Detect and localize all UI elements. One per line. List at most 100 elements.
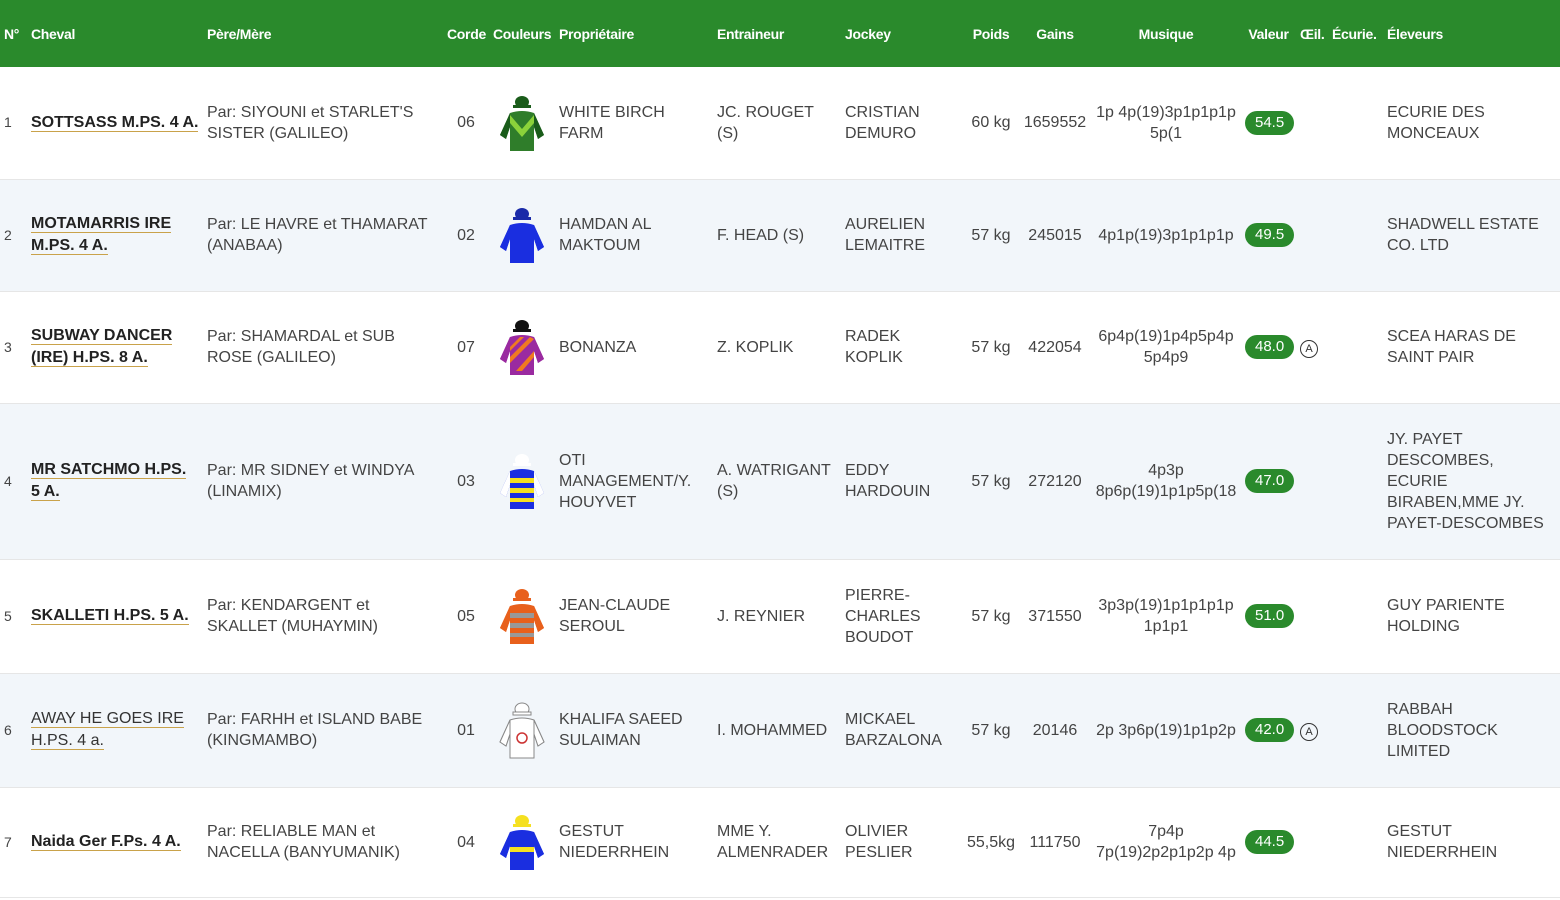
value-badge: 54.5	[1245, 110, 1295, 135]
col-header-cheval[interactable]: Cheval	[27, 0, 203, 67]
horse-name-link[interactable]: SUBWAY DANCER (IRE) H.PS. 8 A.	[31, 327, 173, 367]
pedigree: Par: SIYOUNI et STARLET'S SISTER (GALILE…	[207, 103, 414, 142]
form-music: 7p4p 7p(19)2p2p1p2p 4p	[1096, 823, 1236, 861]
horse-name-link[interactable]: SKALLETI H.PS. 5 A.	[31, 607, 189, 625]
trainer: F. HEAD (S)	[717, 226, 805, 244]
horse-name-link[interactable]: SOTTSASS M.PS. 4 A.	[31, 113, 199, 132]
table-row[interactable]: 3 SUBWAY DANCER (IRE) H.PS. 8 A. Par: SH…	[0, 291, 1560, 403]
table-row[interactable]: 2 MOTAMARRIS IRE M.PS. 4 A. Par: LE HAVR…	[0, 179, 1560, 291]
col-header-poids[interactable]: Poids	[963, 0, 1019, 67]
value-badge: 44.5	[1245, 830, 1295, 854]
table-row[interactable]: 5 SKALLETI H.PS. 5 A. Par: KENDARGENT et…	[0, 559, 1560, 673]
jockey-silks-icon	[493, 586, 551, 646]
silks-cell	[489, 403, 555, 559]
oeil-indicator-icon: A	[1300, 722, 1318, 741]
corde: 07	[457, 338, 475, 356]
corde: 02	[457, 226, 475, 244]
earnings: 422054	[1028, 338, 1082, 356]
table-header-row: N° Cheval Père/Mère Corde Couleurs Propr…	[0, 0, 1560, 67]
col-header-proprietaire[interactable]: Propriétaire	[555, 0, 713, 67]
runners-table: N° Cheval Père/Mère Corde Couleurs Propr…	[0, 0, 1560, 898]
value-cell: 48.0	[1241, 291, 1296, 403]
ecurie-cell	[1328, 673, 1383, 787]
horse-cell: AWAY HE GOES IRE H.PS. 4 a.	[27, 673, 203, 787]
jockey-silks-icon	[493, 700, 551, 760]
col-header-eleveurs[interactable]: Éleveurs	[1383, 0, 1560, 67]
value-badge: 42.0	[1245, 718, 1295, 742]
corde: 05	[457, 607, 475, 625]
jockey-silks-icon	[493, 812, 551, 872]
breeders: SHADWELL ESTATE CO. LTD	[1387, 216, 1539, 254]
horse-cell: SKALLETI H.PS. 5 A.	[27, 559, 203, 673]
value-badge: 48.0	[1245, 335, 1295, 359]
col-header-entraineur[interactable]: Entraineur	[713, 0, 841, 67]
col-header-couleurs[interactable]: Couleurs	[489, 0, 555, 67]
owner: GESTUT NIEDERRHEIN	[559, 823, 670, 861]
jockey-silks-icon	[493, 205, 551, 265]
breeders: SCEA HARAS DE SAINT PAIR	[1387, 328, 1516, 366]
value-badge: 47.0	[1245, 469, 1295, 493]
value-cell: 42.0	[1241, 673, 1296, 787]
trainer: I. MOHAMMED	[717, 721, 828, 739]
runner-number: 2	[4, 226, 12, 243]
table-row[interactable]: 1 SOTTSASS M.PS. 4 A. Par: SIYOUNI et ST…	[0, 67, 1560, 179]
corde: 06	[457, 114, 475, 132]
value-cell: 47.0	[1241, 403, 1296, 559]
jockey-silks-icon	[493, 451, 551, 511]
col-header-no[interactable]: N°	[0, 0, 27, 67]
col-header-pere-mere[interactable]: Père/Mère	[203, 0, 443, 67]
col-header-oeil[interactable]: Œil.	[1296, 0, 1328, 67]
corde: 03	[457, 472, 475, 490]
horse-name-link[interactable]: Naida Ger F.Ps. 4 A.	[31, 833, 181, 851]
oeil-indicator-icon: A	[1300, 339, 1318, 358]
col-header-ecurie[interactable]: Écurie.	[1328, 0, 1383, 67]
oeil-cell	[1296, 403, 1328, 559]
ecurie-cell	[1328, 559, 1383, 673]
jockey: OLIVIER PESLIER	[845, 823, 913, 861]
breeders: ECURIE DES MONCEAUX	[1387, 103, 1485, 142]
horse-cell: MR SATCHMO H.PS. 5 A.	[27, 403, 203, 559]
col-header-gains[interactable]: Gains	[1019, 0, 1091, 67]
oeil-cell	[1296, 787, 1328, 897]
trainer: MME Y. ALMENRADER	[717, 823, 829, 861]
runner-number: 7	[4, 833, 12, 850]
jockey: MICKAEL BARZALONA	[845, 711, 942, 749]
col-header-corde[interactable]: Corde	[443, 0, 489, 67]
col-header-jockey[interactable]: Jockey	[841, 0, 963, 67]
horse-cell: SOTTSASS M.PS. 4 A.	[27, 67, 203, 179]
oeil-cell	[1296, 559, 1328, 673]
horse-name-link[interactable]: MOTAMARRIS IRE M.PS. 4 A.	[31, 215, 172, 255]
form-music: 2p 3p6p(19)1p1p2p	[1096, 721, 1236, 739]
form-music: 6p4p(19)1p4p5p4p 5p4p9	[1098, 328, 1234, 366]
breeders: GESTUT NIEDERRHEIN	[1387, 823, 1498, 861]
weight: 57 kg	[971, 226, 1011, 244]
col-header-musique[interactable]: Musique	[1091, 0, 1241, 67]
weight: 57 kg	[971, 338, 1011, 356]
value-cell: 44.5	[1241, 787, 1296, 897]
jockey-silks-icon	[493, 93, 551, 153]
weight: 57 kg	[971, 472, 1011, 490]
horse-name-link[interactable]: MR SATCHMO H.PS. 5 A.	[31, 461, 187, 501]
horse-name-link[interactable]: AWAY HE GOES IRE H.PS. 4 a.	[31, 710, 184, 750]
jockey: PIERRE-CHARLES BOUDOT	[845, 586, 921, 646]
pedigree: Par: FARHH et ISLAND BABE (KINGMAMBO)	[207, 711, 423, 749]
value-badge: 51.0	[1245, 604, 1295, 628]
runner-number: 4	[4, 472, 12, 489]
corde: 01	[457, 721, 475, 739]
ecurie-cell	[1328, 787, 1383, 897]
table-row[interactable]: 4 MR SATCHMO H.PS. 5 A. Par: MR SIDNEY e…	[0, 403, 1560, 559]
col-header-valeur[interactable]: Valeur	[1241, 0, 1296, 67]
silks-cell	[489, 673, 555, 787]
table-row[interactable]: 6 AWAY HE GOES IRE H.PS. 4 a. Par: FARHH…	[0, 673, 1560, 787]
weight: 57 kg	[971, 721, 1011, 739]
owner: KHALIFA SAEED SULAIMAN	[559, 711, 683, 749]
runner-number: 6	[4, 721, 12, 738]
owner: BONANZA	[559, 338, 637, 356]
jockey: RADEK KOPLIK	[845, 328, 903, 366]
table-row[interactable]: 7 Naida Ger F.Ps. 4 A. Par: RELIABLE MAN…	[0, 787, 1560, 897]
ecurie-cell	[1328, 67, 1383, 179]
oeil-cell: A	[1296, 291, 1328, 403]
pedigree: Par: RELIABLE MAN et NACELLA (BANYUMANIK…	[207, 823, 400, 861]
earnings: 1659552	[1023, 114, 1087, 132]
runner-number: 3	[4, 338, 12, 355]
